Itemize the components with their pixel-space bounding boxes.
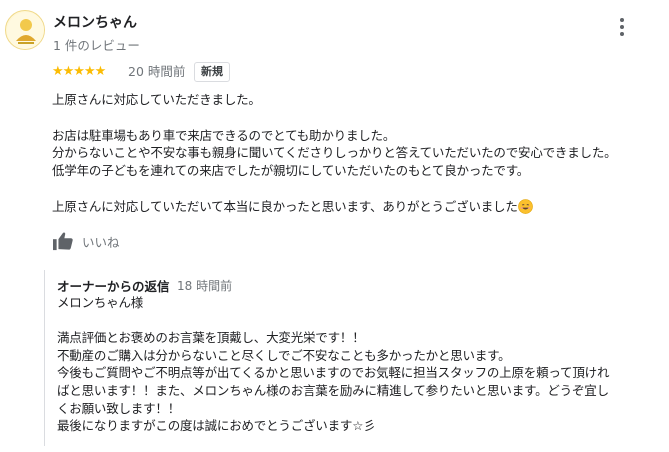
- owner-reply-line: ばと思います！！また、メロンちゃん様のお言葉を励みに精進して参りたいと思います。…: [57, 382, 609, 398]
- owner-reply-line: 不動産のご購入は分からないこと尽くしでご不安なことも多かったかと思います。: [57, 347, 511, 363]
- owner-reply-line: くお願い致します！！: [57, 400, 181, 416]
- review-line: お店は駐車場もあり車で来店できるのでとても助かりました。: [52, 127, 396, 143]
- owner-reply-line: 満点評価とお褒めのお言葉を頂戴し、大変光栄です！！: [57, 330, 365, 346]
- more-options-button[interactable]: [612, 16, 632, 38]
- reviewer-review-count[interactable]: 1 件のレビュー: [53, 35, 140, 54]
- review-line: 低学年の子どもを連れての来店でしたが親切にしていただいたのもとて良かったです。: [52, 163, 530, 179]
- review-text: 上原さんに対応していただきました。 お店は駐車場もあり車で来店できるのでとても助…: [52, 91, 617, 216]
- review-line: 上原さんに対応していただきました。: [52, 92, 261, 107]
- star-rating: ★★★★★: [52, 64, 106, 79]
- new-badge: 新規: [194, 62, 230, 82]
- reviewer-name[interactable]: メロンちゃん: [53, 12, 137, 32]
- thumbs-up-icon: [53, 232, 73, 251]
- review-time: 20 時間前: [128, 64, 186, 79]
- owner-reply-heading: オーナーからの返信: [57, 279, 170, 294]
- owner-reply-line: 最後になりますがこの度は誠におめでとうございます☆彡: [57, 418, 376, 434]
- owner-reply-line: メロンちゃん様: [57, 295, 144, 310]
- owner-reply: オーナーからの返信 18 時間前 メロンちゃん様 満点評価とお褒めのお言葉を頂戴…: [44, 270, 655, 446]
- owner-reply-time: 18 時間前: [177, 279, 233, 293]
- like-button[interactable]: いいね: [52, 228, 120, 254]
- review-line-last: 上原さんに対応していただいて本当に良かったと思います、ありがとうございました: [52, 198, 616, 216]
- review-line: 分からないことや不安な事も親身に聞いてくださりしっかりと答えていただいたので安心…: [52, 145, 617, 161]
- owner-reply-line: 今後もご質問やご不明点等が出てくるかと思いますのでお気軽に担当スタッフの上原を頼…: [57, 365, 610, 381]
- avatar[interactable]: [5, 10, 45, 50]
- smile-emoji-icon: [517, 198, 533, 214]
- owner-reply-text: メロンちゃん様 満点評価とお褒めのお言葉を頂戴し、大変光栄です！！ 不動産のご購…: [57, 294, 609, 435]
- more-vert-icon: [620, 18, 624, 22]
- avatar-logo: [7, 12, 44, 49]
- like-label: いいね: [82, 234, 120, 250]
